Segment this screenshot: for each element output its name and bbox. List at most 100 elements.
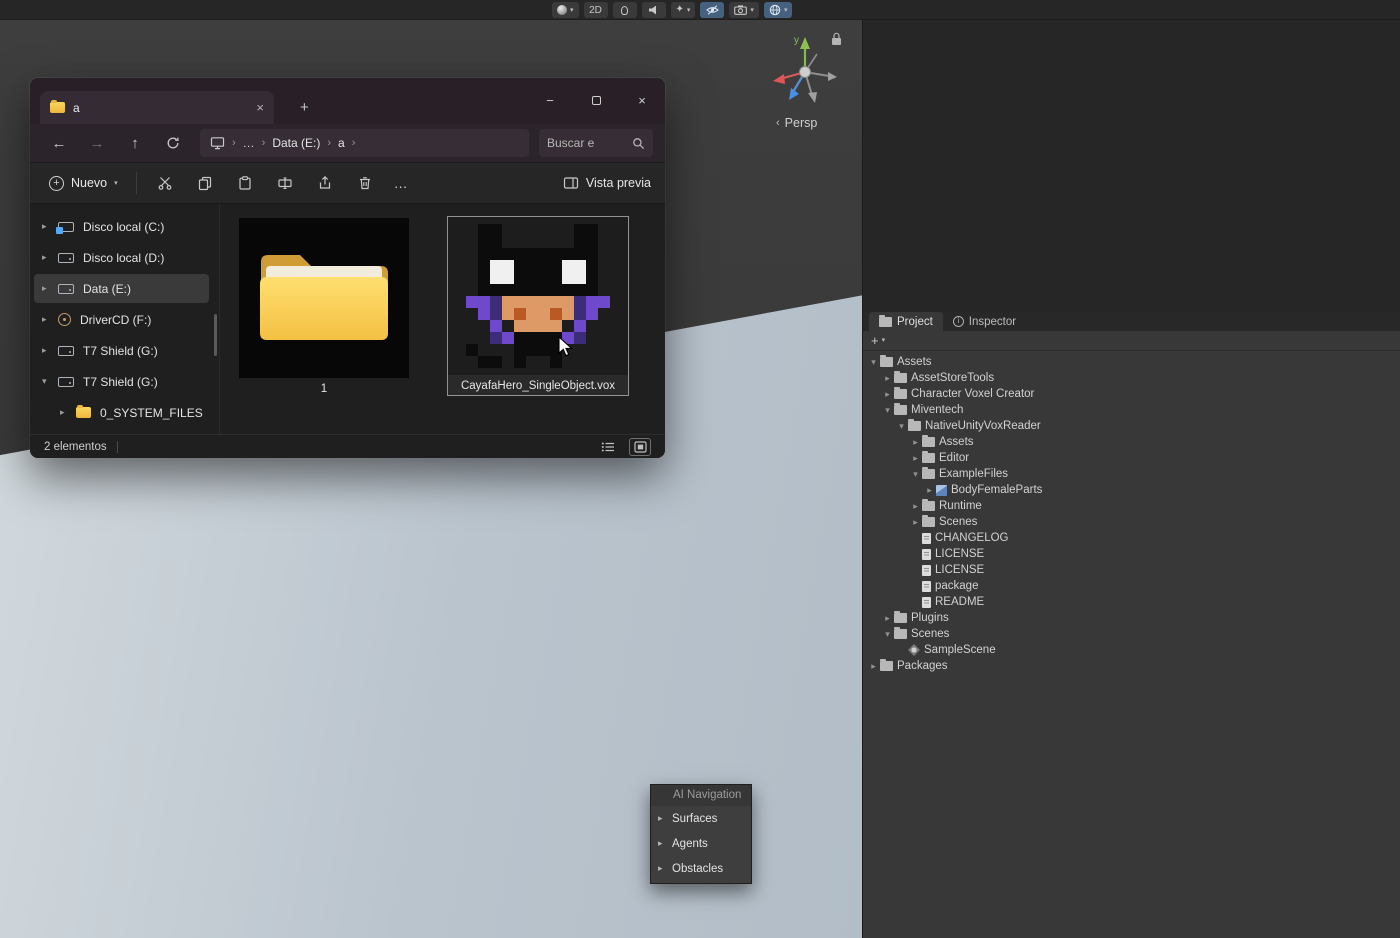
tree-item-package[interactable]: package: [863, 578, 1400, 594]
up-button[interactable]: ↑: [118, 128, 152, 158]
lighting-toggle-button[interactable]: [613, 2, 637, 18]
tree-item-readme[interactable]: README: [863, 594, 1400, 610]
tree-item-changelog[interactable]: CHANGELOG: [863, 530, 1400, 546]
new-tab-button[interactable]: +: [300, 99, 309, 116]
shading-mode-dropdown[interactable]: ▾: [552, 2, 579, 18]
more-options-button[interactable]: …: [386, 175, 416, 191]
chevron-right-icon[interactable]: ▸: [909, 501, 922, 512]
camera-dropdown-button[interactable]: ▾: [729, 2, 759, 18]
chevron-down-icon[interactable]: ▾: [867, 357, 880, 368]
cut-button[interactable]: [146, 168, 184, 198]
chevron-right-icon[interactable]: ▸: [42, 314, 47, 325]
chevron-right-icon[interactable]: ▸: [42, 283, 47, 294]
sidebar-item-t7-shield-g-[interactable]: ▾T7 Shield (G:): [34, 367, 209, 396]
chevron-right-icon[interactable]: ▸: [909, 517, 922, 528]
sidebar-item-0-system-files[interactable]: ▸0_SYSTEM_FILES: [34, 398, 209, 427]
chevron-right-icon[interactable]: ▸: [42, 221, 47, 232]
maximize-button[interactable]: [573, 78, 619, 122]
paste-icon: [237, 175, 253, 191]
chevron-right-icon[interactable]: ▸: [909, 453, 922, 464]
breadcrumb-ellipsis[interactable]: …: [243, 136, 255, 150]
chevron-down-icon[interactable]: ▾: [882, 337, 886, 344]
context-menu-item-surfaces[interactable]: ▸Surfaces: [651, 806, 751, 831]
chevron-right-icon[interactable]: ▸: [42, 345, 47, 356]
add-asset-button[interactable]: +: [871, 333, 879, 348]
tree-item-assets[interactable]: ▾Assets: [863, 354, 1400, 370]
tree-item-assets[interactable]: ▸Assets: [863, 434, 1400, 450]
refresh-button[interactable]: [156, 128, 190, 158]
details-view-button[interactable]: [597, 438, 619, 456]
chevron-right-icon[interactable]: ▸: [881, 613, 894, 624]
chevron-down-icon[interactable]: ▾: [895, 421, 908, 432]
chevron-right-icon[interactable]: ▸: [867, 661, 880, 672]
tree-item-character-voxel-creator[interactable]: ▸Character Voxel Creator: [863, 386, 1400, 402]
close-button[interactable]: ×: [619, 78, 665, 122]
scene-visibility-toggle-button[interactable]: [700, 2, 724, 18]
tree-item-license[interactable]: LICENSE: [863, 562, 1400, 578]
tree-item-plugins[interactable]: ▸Plugins: [863, 610, 1400, 626]
sidebar-item-t7-shield-g-[interactable]: ▸T7 Shield (G:): [34, 336, 209, 365]
chevron-right-icon[interactable]: ▸: [881, 389, 894, 400]
projection-mode-label[interactable]: ‹ Persp: [776, 116, 817, 130]
tree-item-scenes[interactable]: ▾Scenes: [863, 626, 1400, 642]
tree-item-editor[interactable]: ▸Editor: [863, 450, 1400, 466]
breadcrumb-separator-icon: ›: [352, 137, 356, 149]
drive-icon: [58, 253, 74, 263]
audio-toggle-button[interactable]: [642, 2, 666, 18]
search-input[interactable]: Buscar e: [539, 129, 653, 157]
tree-item-examplefiles[interactable]: ▾ExampleFiles: [863, 466, 1400, 482]
context-menu-item-obstacles[interactable]: ▸Obstacles: [651, 856, 751, 881]
tree-item-license[interactable]: LICENSE: [863, 546, 1400, 562]
effects-dropdown-button[interactable]: ✦ ▾: [671, 2, 696, 18]
tree-item-packages[interactable]: ▸Packages: [863, 658, 1400, 674]
explorer-tab[interactable]: a ×: [40, 91, 274, 124]
file-tile-folder[interactable]: 1: [234, 218, 414, 395]
chevron-down-icon[interactable]: ▾: [881, 405, 894, 416]
sidebar-item-disco-local-c-[interactable]: ▸Disco local (C:): [34, 212, 209, 241]
copy-button[interactable]: [186, 168, 224, 198]
tab-close-icon[interactable]: ×: [256, 100, 264, 115]
back-button[interactable]: ←: [42, 128, 76, 158]
2d-toggle-button[interactable]: 2D: [584, 2, 608, 18]
sidebar-item-data-e-[interactable]: ▸Data (E:): [34, 274, 209, 303]
chevron-right-icon[interactable]: ▸: [881, 373, 894, 384]
file-tile-vox-selected[interactable]: CayafaHero_SingleObject.vox: [447, 216, 629, 396]
chevron-right-icon[interactable]: ▸: [42, 252, 47, 263]
tree-item-scenes[interactable]: ▸Scenes: [863, 514, 1400, 530]
sidebar-item-disco-local-d-[interactable]: ▸Disco local (D:): [34, 243, 209, 272]
tree-item-nativeunityvoxreader[interactable]: ▾NativeUnityVoxReader: [863, 418, 1400, 434]
rename-button[interactable]: [266, 168, 304, 198]
tree-item-samplescene[interactable]: SampleScene: [863, 642, 1400, 658]
chevron-right-icon[interactable]: ▸: [60, 407, 65, 418]
chevron-down-icon[interactable]: ▾: [909, 469, 922, 480]
minimize-button[interactable]: −: [527, 78, 573, 122]
explorer-titlebar[interactable]: a × + − ×: [30, 78, 665, 124]
delete-button[interactable]: [346, 168, 384, 198]
new-button[interactable]: + Nuevo ▾: [40, 171, 127, 196]
tree-item-bodyfemaleparts[interactable]: ▸BodyFemaleParts: [863, 482, 1400, 498]
paste-button[interactable]: [226, 168, 264, 198]
preview-toggle-button[interactable]: Vista previa: [563, 176, 655, 190]
chevron-down-icon[interactable]: ▾: [42, 376, 47, 387]
grid-gizmos-dropdown-button[interactable]: ▾: [764, 2, 793, 18]
share-button[interactable]: [306, 168, 344, 198]
explorer-file-area[interactable]: 1 CayafaHero_SingleObject.vox: [220, 204, 665, 434]
chevron-right-icon[interactable]: ▸: [923, 485, 936, 496]
address-bar[interactable]: › … › Data (E:) › a ›: [200, 129, 529, 157]
tree-item-assetstoretools[interactable]: ▸AssetStoreTools: [863, 370, 1400, 386]
chevron-down-icon[interactable]: ▾: [881, 629, 894, 640]
forward-button[interactable]: →: [80, 128, 114, 158]
context-menu-item-agents[interactable]: ▸Agents: [651, 831, 751, 856]
tab-project[interactable]: Project: [869, 312, 943, 331]
sidebar-item-drivercd-f-[interactable]: ▸DriverCD (F:): [34, 305, 209, 334]
tree-item-miventech[interactable]: ▾Miventech: [863, 402, 1400, 418]
chevron-right-icon[interactable]: ▸: [909, 437, 922, 448]
shaded-sphere-icon: [557, 5, 567, 15]
tab-inspector[interactable]: Inspector: [943, 312, 1026, 331]
breadcrumb-item-folder[interactable]: a: [338, 136, 345, 150]
sidebar-scrollbar[interactable]: [214, 314, 217, 356]
large-icons-view-button[interactable]: [629, 438, 651, 456]
tree-item-runtime[interactable]: ▸Runtime: [863, 498, 1400, 514]
breadcrumb-item-drive[interactable]: Data (E:): [272, 136, 320, 150]
scene-orientation-gizmo[interactable]: y ‹ Persp: [760, 24, 855, 134]
